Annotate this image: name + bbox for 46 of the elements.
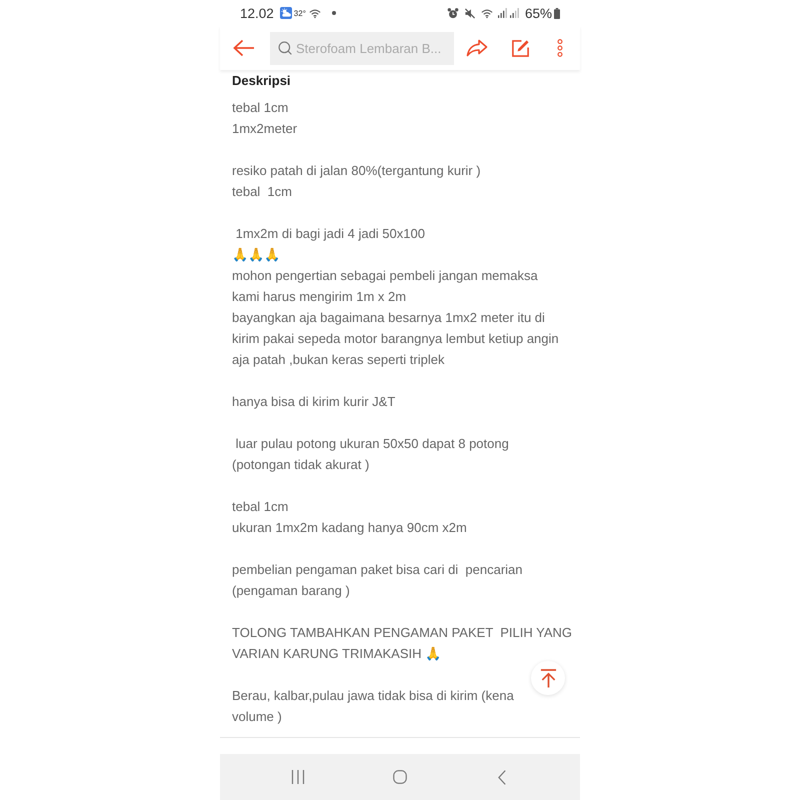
notification-dot-icon <box>332 11 336 15</box>
home-icon <box>393 770 407 784</box>
description-text: kirim pakai sepeda motor barangnya lembut ketiup angin <box>232 330 559 348</box>
description-text: ukuran 1mx2m kadang hanya 90cm x2m <box>232 519 467 537</box>
more-icon <box>557 39 563 57</box>
description-text: pembelian pengaman paket bisa cari di pencarian <box>232 561 523 579</box>
description-text: aja patah ,bukan keras seperti triplek <box>232 351 444 369</box>
search-field[interactable]: Sterofoam Lembaran B... <box>270 32 454 64</box>
weather-icon <box>280 7 292 19</box>
description-text: kami harus mengirim 1m x 2m <box>232 288 406 306</box>
description-text: TOLONG TAMBAHKAN PENGAMAN PAKET PILIH YANG <box>232 624 572 642</box>
battery-icon <box>554 8 560 18</box>
description-text: 1mx2m di bagi jadi 4 jadi 50x100 <box>234 225 425 243</box>
status-time: 12.02 <box>240 6 274 20</box>
scroll-to-top-button[interactable] <box>531 661 565 695</box>
alarm-clock-icon <box>446 8 459 18</box>
recent-apps-icon <box>291 770 305 784</box>
description-text: (potongan tidak akurat ) <box>232 456 370 474</box>
description-text: mohon pengertian sebagai pembeli jangan memaksa <box>232 267 538 285</box>
signal-bars-icon <box>510 8 519 18</box>
search-icon <box>278 41 292 55</box>
description-text: hanya bisa di kirim kurir J&T <box>232 393 396 411</box>
description-text: tebal 1cm <box>232 498 288 516</box>
description-text: 🙏🙏🙏 <box>232 246 280 264</box>
back-arrow-icon <box>233 39 255 57</box>
description-text: 1mx2meter <box>232 120 298 138</box>
description-text: tebal 1cm <box>232 99 288 117</box>
description-text: VARIAN KARUNG TRIMAKASIH 🙏 <box>232 645 442 663</box>
temperature: 32° <box>294 8 306 18</box>
description-text: volume ) <box>232 708 282 726</box>
description-text: (pengaman barang ) <box>232 582 350 600</box>
edit-icon <box>510 38 530 58</box>
wifi-icon <box>308 8 321 18</box>
signal-bars-icon <box>498 8 507 18</box>
description-text: bayangkan aja bagaimana besarnya 1mx2 meter itu di <box>232 309 545 327</box>
battery-percent: 65% <box>524 6 552 20</box>
share-arrow-icon <box>466 39 488 57</box>
section-heading: Deskripsi <box>232 73 291 89</box>
description-text: Berau, kalbar,pulau jawa tidak bisa di kirim (kena <box>232 687 514 705</box>
muted-speaker-icon <box>464 8 476 18</box>
chevron-left-icon <box>498 770 506 784</box>
wifi-icon <box>480 8 493 18</box>
arrow-up-icon <box>540 668 556 688</box>
description-text: tebal 1cm <box>232 183 292 201</box>
description-text: luar pulau potong ukuran 50x50 dapat 8 potong <box>234 435 509 453</box>
description-text: resiko patah di jalan 80%(tergantung kurir ) <box>232 162 481 180</box>
